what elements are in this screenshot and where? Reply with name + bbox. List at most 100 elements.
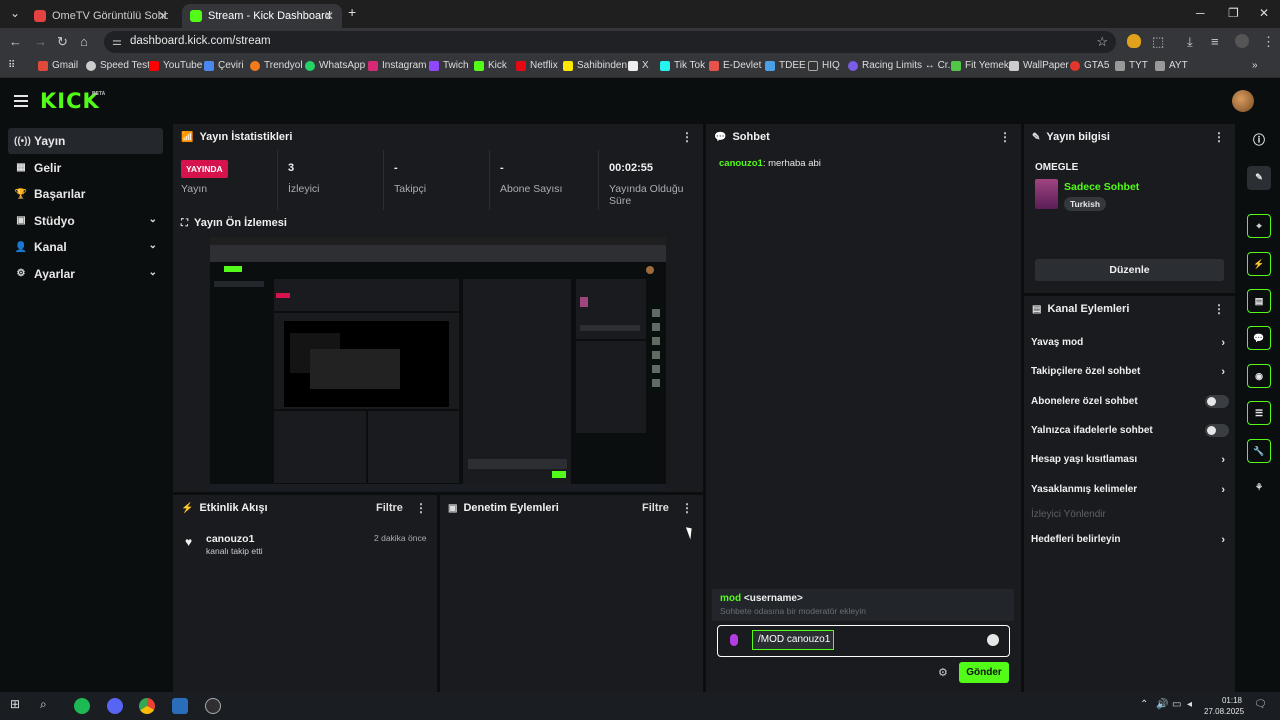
forward-icon[interactable]: → — [34, 34, 47, 49]
discord-icon[interactable] — [107, 698, 123, 714]
more-options-icon[interactable]: ⋮ — [999, 130, 1011, 144]
info-icon[interactable]: ⓘ — [1247, 129, 1271, 153]
bookmark-ayt[interactable]: AYT — [1155, 60, 1188, 71]
rail-stack-icon[interactable]: ☰ — [1247, 401, 1271, 425]
bookmark-ceviri[interactable]: Çeviri — [204, 60, 244, 71]
microphone-icon[interactable] — [730, 634, 738, 646]
tab-kick-dashboard[interactable]: Stream - Kick Dashboard ✕ — [182, 4, 342, 28]
action-followers-only[interactable]: Takipçilere özel sohbet › — [1031, 366, 1231, 386]
stream-preview-video[interactable] — [210, 237, 666, 491]
minimize-icon[interactable]: ─ — [1196, 6, 1205, 20]
bookmark-wallpaper[interactable]: WallPaper — [1009, 60, 1069, 71]
spotify-icon[interactable] — [74, 698, 90, 714]
chevron-down-icon[interactable]: ⌄ — [149, 267, 157, 278]
home-icon[interactable]: ⌂ — [80, 34, 88, 49]
app-icon[interactable] — [172, 698, 188, 714]
bookmark-gmail[interactable]: Gmail — [38, 60, 78, 71]
volume-tray-icon[interactable]: 🔊 — [1156, 699, 1168, 710]
bookmark-youtube[interactable]: YouTube — [149, 60, 202, 71]
system-clock[interactable]: 01:18 27.08.2025 — [1204, 695, 1244, 717]
bookmark-gta5[interactable]: GTA5 — [1070, 60, 1109, 71]
bookmark-star-icon[interactable]: ☆ — [1096, 34, 1108, 50]
moderation-filter-button[interactable]: Filtre — [642, 502, 669, 514]
bookmark-tdee[interactable]: TDEE — [765, 60, 806, 71]
more-bookmarks-icon[interactable]: » — [1252, 60, 1258, 71]
maximize-icon[interactable]: ❐ — [1228, 6, 1239, 20]
extension-shield-icon[interactable] — [1127, 34, 1141, 48]
rail-scan-icon[interactable]: ⌖ — [1247, 214, 1271, 238]
action-set-goals[interactable]: Hedefleri belirleyin › — [1031, 534, 1231, 554]
subscribers-only-toggle[interactable] — [1205, 395, 1229, 408]
tab-ometv[interactable]: OmeTV Görüntülü Sohbet ✕ — [26, 4, 176, 28]
more-options-icon[interactable]: ⋮ — [1213, 302, 1225, 316]
rail-broadcast-icon[interactable]: ◉ — [1247, 364, 1271, 388]
nav-gelir[interactable]: ▦ Gelir — [8, 155, 163, 181]
emotes-only-toggle[interactable] — [1205, 424, 1229, 437]
nav-ayarlar[interactable]: ⚙ Ayarlar ⌄ — [8, 261, 163, 287]
site-info-icon[interactable]: ⚌ — [112, 35, 122, 48]
chevron-down-icon[interactable]: ⌄ — [149, 240, 157, 251]
close-icon[interactable]: ✕ — [324, 9, 334, 23]
nav-basarilar[interactable]: 🏆 Başarılar — [8, 181, 163, 207]
more-options-icon[interactable]: ⋮ — [681, 501, 693, 515]
bookmark-racing-limits[interactable]: Racing Limits ↔ Cr... — [848, 60, 956, 71]
download-icon[interactable]: ⤓ — [1187, 34, 1193, 50]
new-tab-icon[interactable]: + — [348, 4, 356, 20]
bookmark-kick[interactable]: Kick — [474, 60, 507, 71]
back-icon[interactable]: ← — [9, 34, 22, 49]
chat-input-box[interactable]: /MOD canouzo1 — [717, 625, 1010, 657]
more-options-icon[interactable]: ⋮ — [415, 501, 427, 515]
bookmark-tyt[interactable]: TYT — [1115, 60, 1148, 71]
rail-wrench-icon[interactable]: 🔧 — [1247, 439, 1271, 463]
bookmark-netflix[interactable]: Netflix — [516, 60, 558, 71]
event-username[interactable]: canouzo1 — [206, 533, 254, 545]
network-icon[interactable]: ▭ — [1172, 699, 1181, 710]
chevron-down-icon[interactable]: ⌄ — [149, 214, 157, 225]
more-options-icon[interactable]: ⋮ — [681, 130, 693, 144]
address-bar[interactable]: ⚌ dashboard.kick.com/stream ☆ — [104, 31, 1116, 53]
action-banned-words[interactable]: Yasaklanmış kelimeler › — [1031, 484, 1231, 504]
emoji-icon[interactable] — [987, 634, 999, 646]
bookmark-tiktok[interactable]: Tik Tok — [660, 60, 705, 71]
bookmark-hiq[interactable]: HIQ — [808, 60, 840, 71]
chat-input[interactable]: /MOD canouzo1 — [752, 630, 834, 650]
speaker-icon[interactable]: ◂ — [1187, 699, 1192, 710]
bookmark-twitch[interactable]: Twich — [429, 60, 469, 71]
edit-stream-info-button[interactable]: Düzenle — [1035, 259, 1224, 281]
nav-yayin[interactable]: ((•)) Yayın — [8, 128, 163, 154]
command-suggestion[interactable]: mod <username> Sohbete odasına bir moder… — [712, 589, 1014, 621]
close-icon[interactable]: ✕ — [158, 9, 168, 23]
tab-search-icon[interactable]: ⌄ — [10, 6, 20, 20]
rail-widgets-icon[interactable]: ⚘ — [1247, 476, 1271, 500]
user-avatar[interactable] — [1232, 90, 1254, 112]
tray-chevron-icon[interactable]: ⌃ — [1140, 699, 1148, 710]
nav-kanal[interactable]: 👤 Kanal ⌄ — [8, 234, 163, 260]
chat-username[interactable]: canouzo1 — [719, 158, 763, 169]
rail-lightning-icon[interactable]: ⚡ — [1247, 252, 1271, 276]
menu-icon[interactable]: ⋮ — [1262, 34, 1275, 50]
rail-document-icon[interactable]: ▤ — [1247, 289, 1271, 313]
window-close-icon[interactable]: ✕ — [1259, 6, 1269, 20]
send-button[interactable]: Gönder — [959, 662, 1009, 683]
bookmark-instagram[interactable]: Instagram — [368, 60, 426, 71]
media-icon[interactable]: ≡ — [1211, 34, 1219, 49]
action-account-age[interactable]: Hesap yaşı kısıtlaması › — [1031, 454, 1231, 474]
bookmark-edevlet[interactable]: E-Devlet — [709, 60, 761, 71]
notifications-icon[interactable]: 🗨 — [1254, 699, 1267, 710]
bookmark-speedtest[interactable]: Speed Test — [86, 60, 150, 71]
apps-icon[interactable]: ⠿ — [8, 60, 15, 71]
rail-chat-icon[interactable]: 💬 — [1247, 326, 1271, 350]
chrome-icon[interactable] — [139, 698, 155, 714]
action-slow-mode[interactable]: Yavaş mod › — [1031, 337, 1231, 357]
extensions-icon[interactable]: ⬚ — [1152, 34, 1164, 50]
search-icon[interactable]: ⌕ — [40, 697, 47, 712]
stream-category[interactable]: Sadece Sohbet — [1064, 181, 1139, 193]
chat-settings-gear-icon[interactable]: ⚙ — [938, 666, 948, 679]
bookmark-x[interactable]: X — [628, 60, 649, 71]
bookmark-fit-yemek[interactable]: Fit Yemek — [951, 60, 1009, 71]
profile-icon[interactable] — [1235, 34, 1249, 48]
bookmark-trendyol[interactable]: Trendyol — [250, 60, 303, 71]
obs-icon[interactable] — [205, 698, 221, 714]
bookmark-sahibinden[interactable]: Sahibinden — [563, 60, 627, 71]
bookmark-whatsapp[interactable]: WhatsApp — [305, 60, 365, 71]
